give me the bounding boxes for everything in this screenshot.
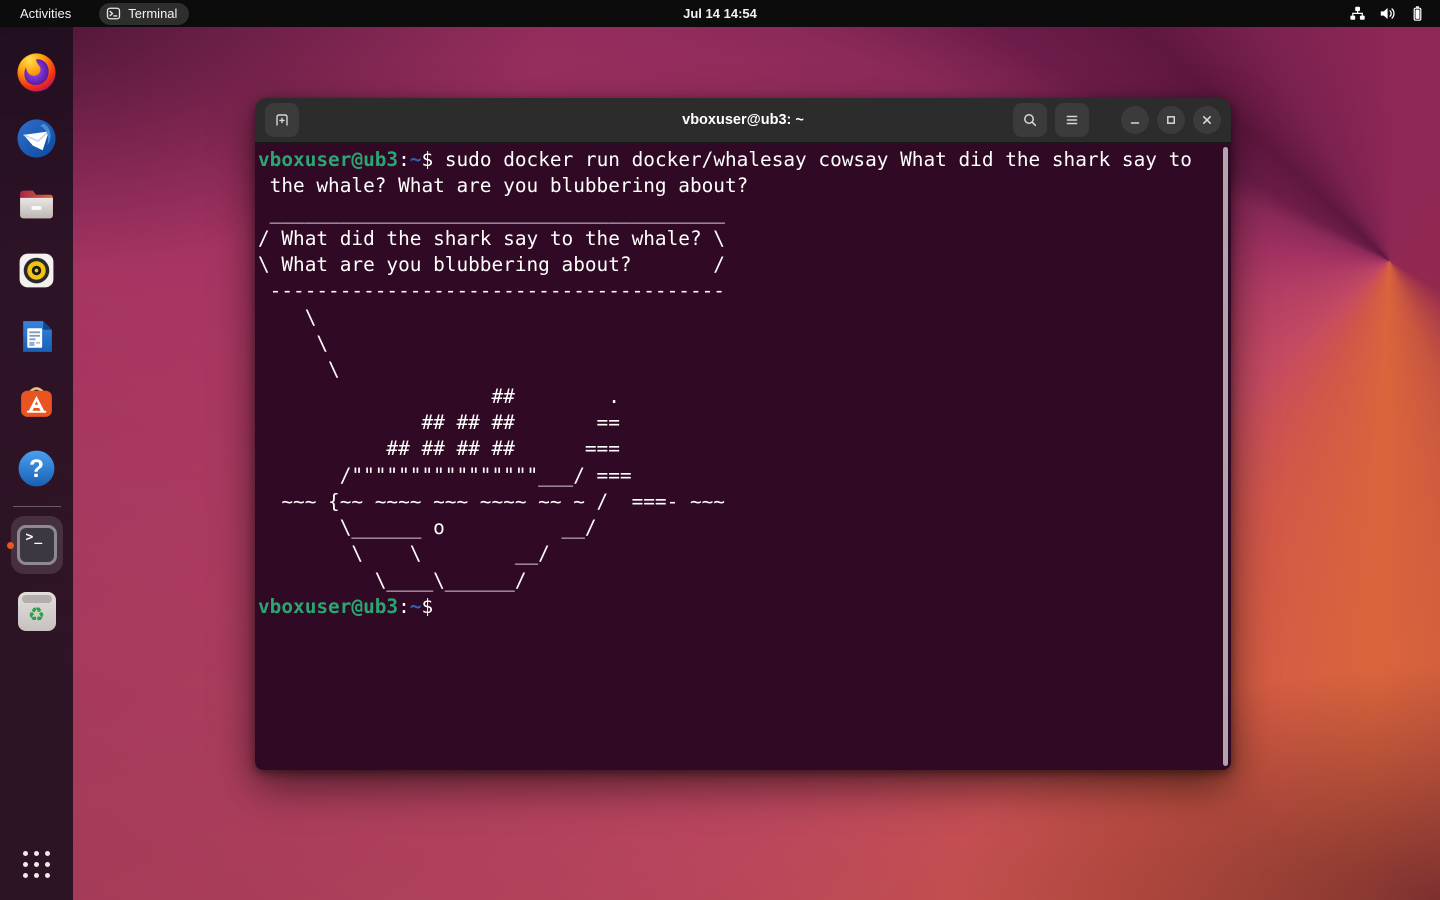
cowsay-output: _______________________________________ …: [258, 200, 725, 592]
ubuntu-software-icon: [21, 386, 52, 417]
dock-item-help[interactable]: ?: [4, 435, 70, 501]
dock-item-files[interactable]: [4, 171, 70, 237]
dock: ? >_ ♻: [0, 27, 73, 900]
hamburger-menu-icon: [1066, 115, 1078, 125]
dock-separator: [12, 506, 61, 507]
maximize-button[interactable]: [1157, 106, 1185, 134]
show-apps-button[interactable]: [23, 851, 50, 878]
trash-lid: [21, 594, 52, 603]
close-icon: [1203, 116, 1211, 124]
close-button[interactable]: [1193, 106, 1221, 134]
rhythmbox-icon: [19, 253, 54, 287]
prompt-path: ~: [409, 148, 422, 171]
network-icon: [1350, 6, 1365, 20]
dock-item-rhythmbox[interactable]: [4, 237, 70, 303]
thunderbird-icon: [17, 118, 56, 158]
prompt-dollar: $: [421, 148, 434, 171]
prompt-dollar-2: $: [421, 595, 434, 619]
system-status-area[interactable]: [1349, 0, 1426, 27]
prompt-user-2: vboxuser@ub3: [258, 595, 399, 619]
dock-item-terminal[interactable]: >_: [4, 512, 70, 578]
search-icon: [1024, 114, 1037, 127]
dock-item-firefox[interactable]: [4, 39, 70, 105]
battery-icon: [1413, 6, 1422, 21]
minimize-icon: [1130, 122, 1140, 124]
libreoffice-writer-icon: [23, 320, 52, 352]
running-indicator-dot: [6, 542, 14, 549]
dock-item-ubuntu-software[interactable]: [4, 369, 70, 435]
search-button[interactable]: [1013, 103, 1047, 137]
new-tab-button[interactable]: [265, 103, 299, 137]
terminal-icon: >_: [16, 525, 57, 565]
recycle-glyph: ♻: [27, 603, 46, 626]
firefox-icon: [17, 52, 56, 92]
focused-app-label: Terminal: [128, 6, 178, 21]
files-icon: [20, 190, 53, 218]
terminal-scrollbar[interactable]: [1223, 147, 1228, 766]
top-bar: Activities Terminal Jul 14 14:54: [0, 0, 1440, 27]
dock-item-libreoffice-writer[interactable]: [4, 303, 70, 369]
volume-icon: [1380, 8, 1395, 19]
terminal-prompt-glyph: >_: [25, 530, 44, 545]
help-glyph: ?: [29, 456, 44, 483]
terminal-output[interactable]: vboxuser@ub3:~$ sudo docker run docker/w…: [255, 143, 1231, 620]
window-headerbar[interactable]: vboxuser@ub3: ~: [255, 98, 1231, 143]
menu-button[interactable]: [1055, 103, 1089, 137]
maximize-icon: [1167, 116, 1175, 124]
terminal-body: vboxuser@ub3:~$ sudo docker run docker/w…: [255, 143, 1231, 770]
prompt-colon-2: :: [398, 595, 410, 619]
new-tab-icon: [276, 114, 288, 126]
dock-item-trash[interactable]: ♻: [4, 578, 70, 644]
minimize-button[interactable]: [1121, 106, 1149, 134]
terminal-window: vboxuser@ub3: ~ vboxuser@ub3:~$ sudo doc…: [255, 98, 1231, 770]
activities-label: Activities: [20, 6, 72, 21]
focused-app-indicator[interactable]: Terminal: [99, 2, 190, 25]
terminal-mini-icon: [107, 7, 121, 20]
clock[interactable]: Jul 14 14:54: [0, 6, 1440, 21]
prompt-user: vboxuser@ub3: [258, 148, 399, 171]
prompt-path-2: ~: [409, 595, 422, 619]
activities-button[interactable]: Activities: [0, 0, 91, 27]
trash-icon: ♻: [17, 591, 56, 631]
help-icon: ?: [18, 450, 55, 486]
dock-item-thunderbird[interactable]: [4, 105, 70, 171]
prompt-colon: :: [398, 148, 410, 171]
